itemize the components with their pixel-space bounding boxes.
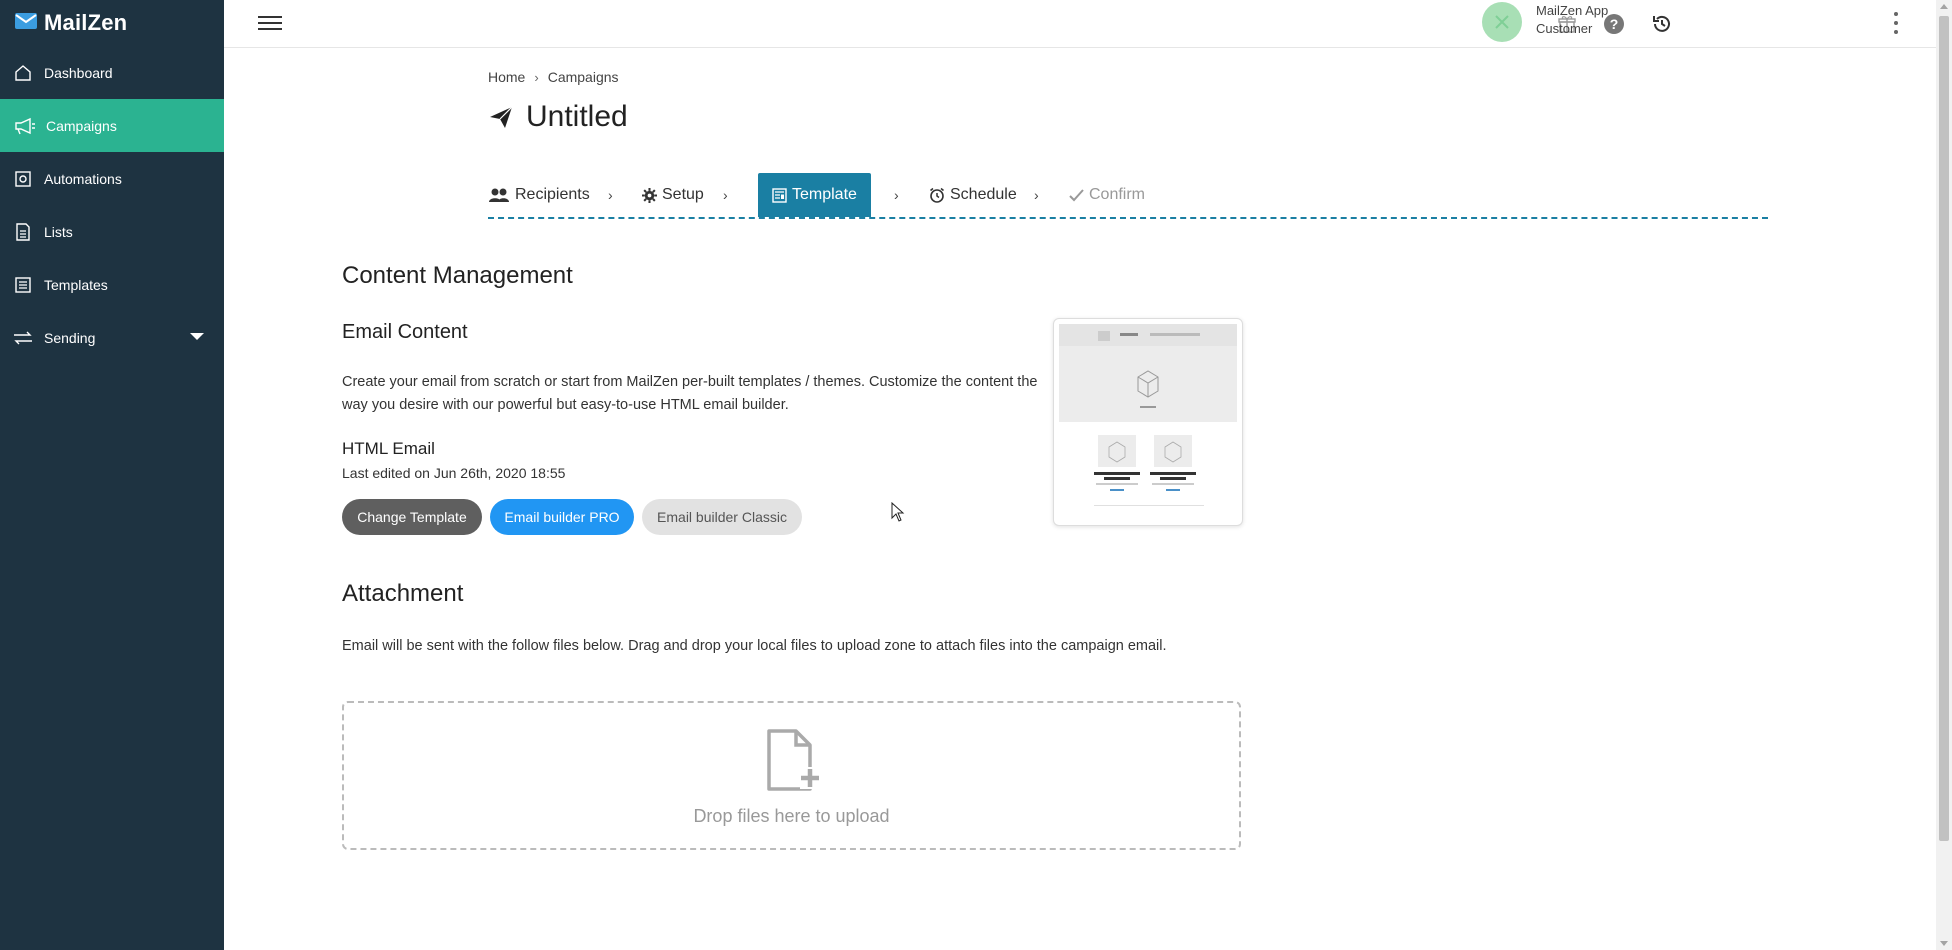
sidebar-item-label: Campaigns	[46, 117, 117, 134]
scroll-down-icon[interactable]	[1940, 941, 1948, 946]
email-content-description: Create your email from scratch or start …	[342, 374, 1038, 413]
html-email-label: HTML Email	[342, 439, 435, 458]
sidebar-item-label: Automations	[44, 170, 122, 187]
users-icon	[488, 187, 510, 203]
email-content-heading: Email Content	[342, 321, 468, 343]
breadcrumb: Home › Campaigns	[488, 69, 619, 85]
sidebar-item-label: Lists	[44, 223, 73, 240]
email-builder-pro-button[interactable]: Email builder PRO	[490, 499, 634, 535]
svg-text:?: ?	[1610, 16, 1619, 32]
user-name: MailZen App	[1536, 3, 1609, 18]
sidebar: MailZen Dashboard Campaigns Automations …	[0, 0, 224, 950]
avatar[interactable]	[1482, 2, 1522, 42]
step-template[interactable]: Template	[758, 173, 871, 217]
gear-icon	[642, 187, 657, 203]
history-wrap	[1651, 0, 1673, 47]
dropzone-text: Drop files here to upload	[693, 806, 890, 826]
sidebar-item-campaigns[interactable]: Campaigns	[0, 99, 224, 152]
hamburger-menu-icon[interactable]	[258, 12, 282, 34]
step-label: Confirm	[1089, 186, 1146, 203]
email-builder-classic-button[interactable]: Email builder Classic	[642, 499, 802, 535]
sidebar-item-sending[interactable]: Sending	[0, 311, 224, 364]
template-icon	[12, 274, 34, 296]
sidebar-item-dashboard[interactable]: Dashboard	[0, 46, 224, 99]
logo-text: MailZen	[44, 10, 128, 35]
mouse-cursor-icon	[891, 501, 905, 527]
step-setup[interactable]: Setup	[642, 173, 704, 217]
file-add-icon	[766, 729, 822, 798]
sidebar-item-automations[interactable]: Automations	[0, 152, 224, 205]
step-schedule[interactable]: Schedule	[929, 173, 1017, 217]
breadcrumb-separator-icon: ›	[534, 69, 539, 85]
sidebar-item-label: Dashboard	[44, 64, 113, 81]
list-document-icon	[12, 221, 34, 243]
more-options-icon[interactable]	[1893, 12, 1899, 34]
scrollbar[interactable]	[1936, 0, 1952, 950]
last-edited-text: Last edited on Jun 26th, 2020 18:55	[342, 465, 566, 481]
change-template-button[interactable]: Change Template	[342, 499, 482, 535]
step-confirm[interactable]: Confirm	[1069, 173, 1145, 217]
megaphone-icon	[14, 115, 36, 137]
topbar	[224, 0, 1936, 48]
home-icon	[12, 62, 34, 84]
scrollbar-thumb[interactable]	[1939, 16, 1949, 841]
scroll-up-icon[interactable]	[1940, 4, 1948, 9]
sidebar-item-label: Templates	[44, 276, 108, 293]
chevron-right-icon: ›	[894, 187, 899, 203]
user-info[interactable]: MailZen App Customer	[1536, 2, 1608, 38]
paper-plane-icon	[488, 104, 514, 130]
step-label: Schedule	[950, 186, 1017, 203]
logo[interactable]: MailZen	[0, 0, 224, 46]
sending-arrows-icon	[12, 327, 34, 349]
page-title-text: Untitled	[526, 100, 628, 133]
sidebar-item-label: Sending	[44, 329, 96, 346]
template-preview-thumbnail[interactable]	[1053, 318, 1243, 526]
breadcrumb-home[interactable]: Home	[488, 69, 525, 85]
page-title: Untitled	[488, 100, 628, 134]
content-management-heading: Content Management	[342, 262, 573, 289]
step-label: Recipients	[515, 186, 590, 203]
mail-logo-icon	[14, 11, 38, 36]
attachment-heading: Attachment	[342, 580, 464, 607]
template-preview-image	[1059, 324, 1237, 506]
step-label: Setup	[662, 186, 704, 203]
automation-icon	[12, 168, 34, 190]
campaign-steps: Recipients › Setup › Template › Schedule…	[488, 173, 1768, 219]
chevron-right-icon: ›	[608, 187, 613, 203]
sidebar-item-lists[interactable]: Lists	[0, 205, 224, 258]
user-role: Customer	[1536, 21, 1593, 36]
chevron-right-icon: ›	[723, 187, 728, 203]
step-label: Template	[792, 186, 857, 203]
chevron-down-icon[interactable]	[190, 333, 204, 340]
history-icon[interactable]	[1651, 13, 1673, 35]
alarm-clock-icon	[929, 187, 945, 203]
step-recipients[interactable]: Recipients	[488, 173, 590, 217]
check-icon	[1069, 188, 1084, 202]
attachment-description: Email will be sent with the follow files…	[342, 638, 1167, 654]
breadcrumb-current[interactable]: Campaigns	[548, 69, 619, 85]
template-icon	[772, 187, 787, 203]
sidebar-item-templates[interactable]: Templates	[0, 258, 224, 311]
file-dropzone[interactable]: Drop files here to upload	[342, 701, 1241, 850]
chevron-right-icon: ›	[1034, 187, 1039, 203]
